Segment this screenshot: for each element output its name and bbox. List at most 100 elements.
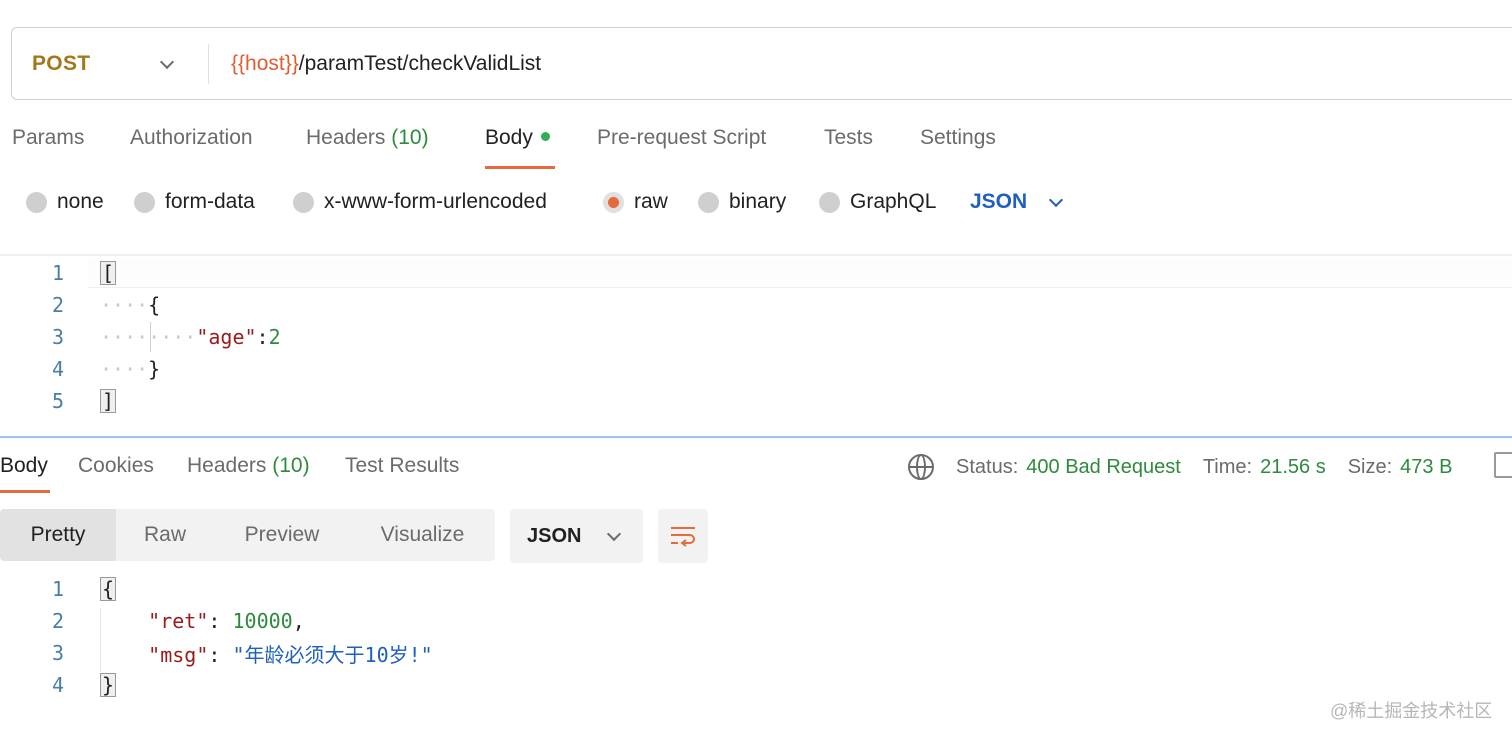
radio-icon xyxy=(698,191,719,213)
url-bar: POST {{host}}/paramTest/checkValidList xyxy=(11,27,1512,100)
line-number: 1 xyxy=(51,261,64,285)
json-key: "ret" xyxy=(148,609,209,633)
radio-icon xyxy=(819,191,840,213)
code-line: 3 ········"age":2 xyxy=(0,321,281,353)
modified-dot-icon xyxy=(540,131,550,141)
line-number: 4 xyxy=(51,673,64,697)
radio-icon xyxy=(293,191,314,213)
body-language-label: JSON xyxy=(970,190,1028,213)
method-label: POST xyxy=(32,51,91,75)
tab-label: Cookies xyxy=(78,454,154,477)
radio-x-www-form-urlencoded[interactable]: x-www-form-urlencoded xyxy=(293,190,547,214)
radio-label: GraphQL xyxy=(850,190,937,213)
tab-params[interactable]: Params xyxy=(12,126,84,150)
code-line: 2 "ret": 10000, xyxy=(0,605,305,637)
tab-pre-request-script[interactable]: Pre-request Script xyxy=(597,126,766,150)
tab-tests[interactable]: Tests xyxy=(824,126,873,150)
format-preview[interactable]: Preview xyxy=(214,509,350,561)
matched-bracket: ] xyxy=(100,389,117,413)
pane-splitter[interactable] xyxy=(0,436,1512,438)
code-token: } xyxy=(148,357,161,381)
wrap-lines-button[interactable] xyxy=(658,509,708,563)
size-label: Size: xyxy=(1347,455,1393,478)
radio-raw[interactable]: raw xyxy=(603,190,668,214)
code-token: , xyxy=(292,609,305,633)
radio-graphql[interactable]: GraphQL xyxy=(819,190,936,214)
body-language-select[interactable]: JSON xyxy=(970,190,1063,214)
response-tab-cookies[interactable]: Cookies xyxy=(78,454,154,478)
code-line: 3 "msg": "年龄必须大于10岁!" xyxy=(0,637,433,669)
code-token: : xyxy=(208,609,233,633)
tab-label: Headers xyxy=(306,126,386,149)
chevron-down-icon xyxy=(1049,195,1063,209)
tab-settings[interactable]: Settings xyxy=(920,126,996,150)
wrap-lines-icon xyxy=(671,527,695,547)
current-line-highlight xyxy=(88,258,1512,288)
json-key: "age" xyxy=(196,325,257,349)
radio-label: raw xyxy=(634,190,668,213)
tab-label: Body xyxy=(485,126,533,149)
format-raw[interactable]: Raw xyxy=(116,509,214,561)
active-tab-indicator xyxy=(0,490,50,493)
tab-label: Authorization xyxy=(130,126,253,149)
response-tab-headers[interactable]: Headers (10) xyxy=(187,454,310,478)
url-variable: {{host}} xyxy=(231,51,299,75)
code-text: ] xyxy=(100,389,117,413)
radio-label: form-data xyxy=(165,190,255,213)
url-path: /paramTest/checkValidList xyxy=(298,51,542,75)
format-label: Raw xyxy=(143,523,186,546)
format-label: Pretty xyxy=(30,523,86,546)
code-line: 4 ····} xyxy=(0,353,160,385)
tab-label: Settings xyxy=(920,126,996,149)
radio-label: none xyxy=(57,190,104,213)
radio-checked-icon xyxy=(603,191,624,213)
radio-form-data[interactable]: form-data xyxy=(134,190,255,214)
line-number: 2 xyxy=(51,293,64,317)
code-token: { xyxy=(148,293,161,317)
response-tab-body[interactable]: Body xyxy=(0,454,48,478)
format-label: Visualize xyxy=(380,523,465,546)
chevron-down-icon xyxy=(607,529,621,543)
chevron-down-icon xyxy=(160,57,174,71)
format-label: Preview xyxy=(244,523,320,546)
line-number: 3 xyxy=(51,325,64,349)
response-tab-test-results[interactable]: Test Results xyxy=(345,454,459,478)
size-value[interactable]: 473 B xyxy=(1400,456,1452,479)
line-number: 3 xyxy=(51,641,64,665)
tab-body[interactable]: Body xyxy=(485,126,550,150)
code-text: ····} xyxy=(100,357,161,381)
code-line: 4 } xyxy=(0,669,117,701)
status-value[interactable]: 400 Bad Request xyxy=(1026,456,1181,479)
globe-icon[interactable] xyxy=(908,454,934,480)
response-meta: Status: 400 Bad Request Time: 21.56 s Si… xyxy=(908,454,1474,480)
tab-authorization[interactable]: Authorization xyxy=(130,126,253,150)
time-value[interactable]: 21.56 s xyxy=(1260,456,1326,479)
tab-label: Tests xyxy=(824,126,874,149)
tab-label: Body xyxy=(0,454,48,477)
format-pretty[interactable]: Pretty xyxy=(0,509,116,561)
method-select[interactable]: POST xyxy=(12,28,208,99)
response-language-select[interactable]: JSON xyxy=(510,509,643,563)
line-number: 1 xyxy=(51,577,64,601)
line-number: 2 xyxy=(51,609,64,633)
json-key: "msg" xyxy=(148,642,209,667)
tab-label: Pre-request Script xyxy=(597,126,767,149)
tab-label: Params xyxy=(12,126,85,149)
code-token: : xyxy=(256,325,269,349)
watermark: @稀土掘金技术社区 xyxy=(1330,701,1493,721)
line-number: 5 xyxy=(51,389,64,413)
radio-binary[interactable]: binary xyxy=(698,190,786,214)
format-mode-selector: Pretty Raw Preview Visualize xyxy=(0,509,495,561)
format-visualize[interactable]: Visualize xyxy=(350,509,495,561)
tab-headers[interactable]: Headers (10) xyxy=(306,126,429,150)
radio-none[interactable]: none xyxy=(26,190,104,214)
code-text: "ret": 10000, xyxy=(100,609,305,633)
indent-guide xyxy=(150,322,151,352)
radio-label: x-www-form-urlencoded xyxy=(324,190,547,213)
url-input[interactable]: {{host}}/paramTest/checkValidList xyxy=(209,52,541,76)
response-language-label: JSON xyxy=(527,524,582,547)
code-text: ········"age":2 xyxy=(100,325,281,349)
save-response-icon[interactable] xyxy=(1494,452,1512,478)
active-tab-indicator xyxy=(485,166,555,169)
matched-bracket: { xyxy=(100,577,117,601)
